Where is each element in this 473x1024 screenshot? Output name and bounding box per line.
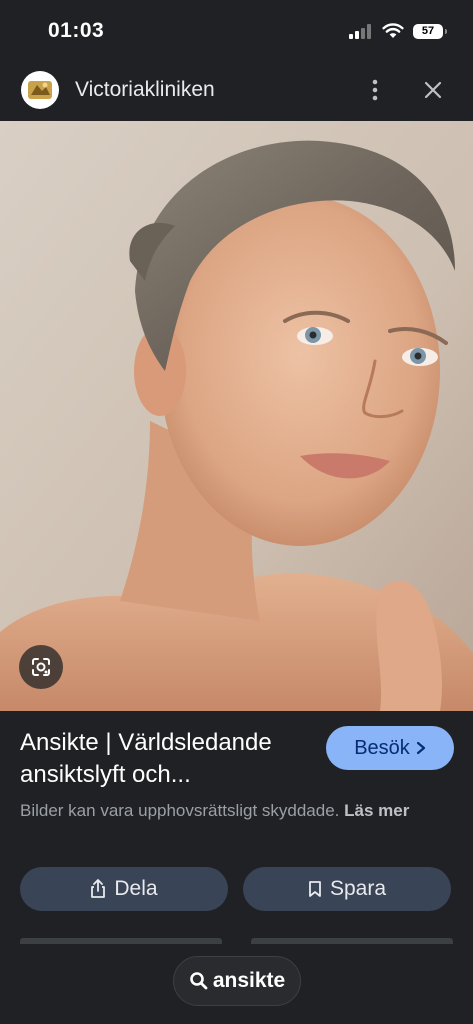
cellular-signal-icon bbox=[349, 23, 371, 39]
save-button[interactable]: Spara bbox=[243, 867, 451, 911]
search-icon bbox=[190, 972, 208, 990]
share-button-label: Dela bbox=[114, 877, 158, 900]
related-thumbnail[interactable] bbox=[20, 938, 222, 944]
wifi-icon bbox=[382, 23, 404, 38]
battery-icon: 57 bbox=[413, 23, 447, 39]
status-bar: 01:03 57 bbox=[0, 0, 473, 62]
save-button-label: Spara bbox=[329, 877, 387, 900]
site-favicon-icon[interactable] bbox=[21, 71, 59, 109]
copyright-notice: Bilder kan vara upphovsrättsligt skyddad… bbox=[20, 798, 450, 824]
chevron-right-icon bbox=[416, 741, 425, 755]
search-query-label: ansikte bbox=[212, 969, 286, 992]
status-time: 01:03 bbox=[48, 19, 105, 42]
close-icon[interactable] bbox=[415, 72, 451, 108]
share-button[interactable]: Dela bbox=[20, 867, 228, 911]
site-name[interactable]: Victoriakliniken bbox=[75, 78, 357, 102]
site-header: Victoriakliniken bbox=[0, 62, 473, 118]
result-image[interactable] bbox=[0, 121, 473, 711]
visit-button-label: Besök bbox=[354, 736, 410, 759]
related-thumbnail[interactable] bbox=[251, 938, 453, 944]
copyright-text: Bilder kan vara upphovsrättsligt skyddad… bbox=[20, 801, 340, 820]
google-lens-icon[interactable] bbox=[19, 645, 63, 689]
status-icons: 57 bbox=[349, 23, 447, 39]
bookmark-icon bbox=[309, 881, 321, 897]
share-icon bbox=[91, 879, 106, 898]
result-title[interactable]: Ansikte | Världsledande ansiktslyft och.… bbox=[20, 727, 310, 791]
visit-button[interactable]: Besök bbox=[326, 726, 454, 770]
search-query-chip[interactable]: ansikte bbox=[173, 956, 301, 1006]
more-vert-icon[interactable] bbox=[357, 72, 393, 108]
read-more-link[interactable]: Läs mer bbox=[344, 801, 409, 820]
